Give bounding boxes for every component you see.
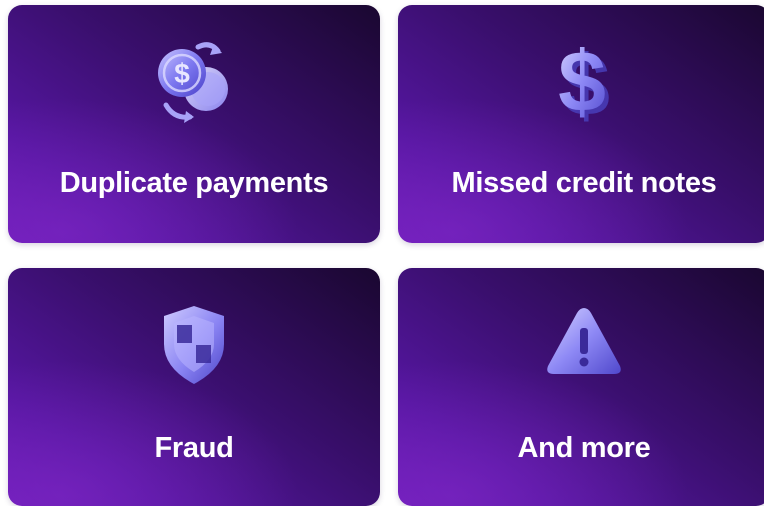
- coin-exchange-icon: $: [144, 31, 244, 131]
- card-label: And more: [517, 432, 651, 464]
- card-duplicate-payments: $ Duplicate payments: [8, 5, 380, 243]
- dollar-sign-icon: $ $: [534, 31, 634, 131]
- warning-triangle-icon: [534, 294, 634, 394]
- card-fraud: Fraud: [8, 268, 380, 506]
- svg-text:$: $: [174, 58, 190, 89]
- shield-icon: [144, 294, 244, 394]
- card-missed-credit-notes: $ $ Missed credit notes: [398, 5, 764, 243]
- card-label: Missed credit notes: [451, 167, 717, 199]
- svg-text:$: $: [558, 34, 606, 130]
- card-label: Fraud: [154, 432, 234, 464]
- card-label: Duplicate payments: [59, 167, 329, 199]
- card-and-more: And more: [398, 268, 764, 506]
- issue-cards-grid: $ Duplicate payments $ $ Missed credit n…: [0, 0, 764, 506]
